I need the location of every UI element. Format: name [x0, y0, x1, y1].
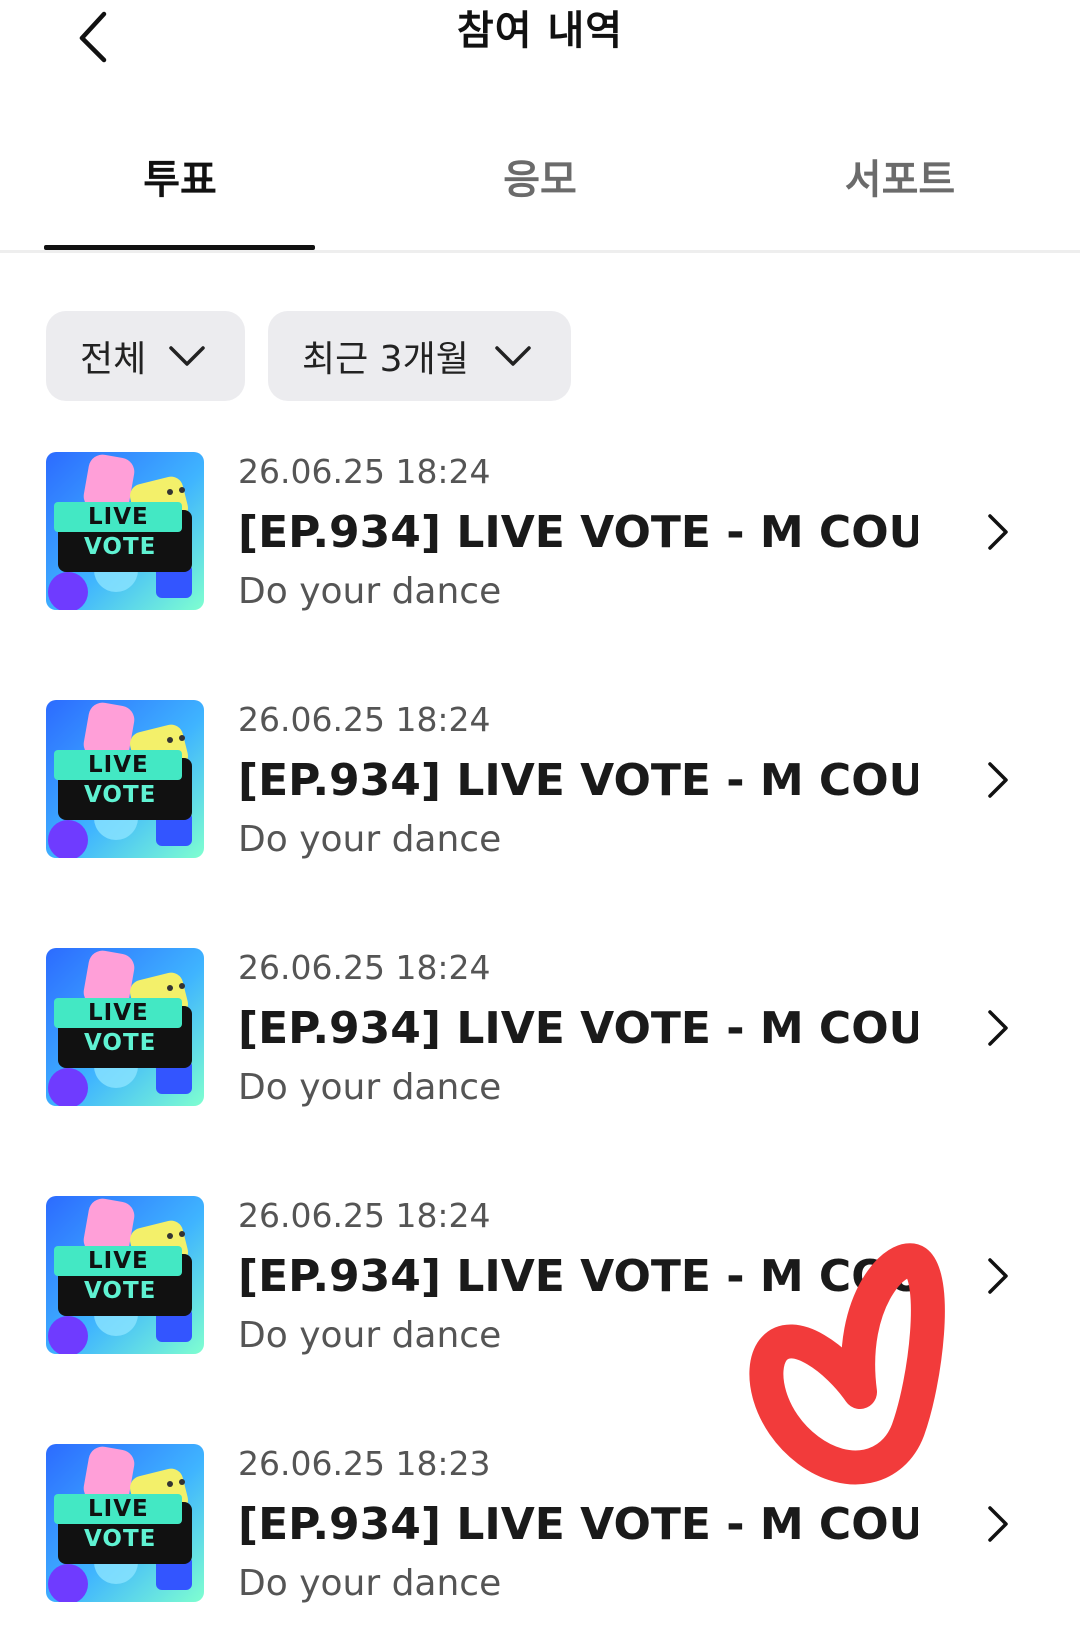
tab-bar: 투표 응모 서포트 [0, 140, 1080, 253]
item-subtitle: Do your dance [238, 1315, 502, 1356]
tab-entry[interactable]: 응모 [360, 150, 720, 210]
chevron-right-icon[interactable] [984, 760, 1012, 800]
item-subtitle: Do your dance [238, 819, 502, 860]
item-thumbnail: LIVE VOTE [46, 452, 204, 610]
thumb-text-vote: VOTE [84, 1030, 157, 1056]
item-thumbnail: LIVE VOTE [46, 948, 204, 1106]
list-item[interactable]: LIVE VOTE 26.06.25 18:24 [EP.934] LIVE V… [0, 452, 1080, 652]
thumb-text-live: LIVE [88, 752, 149, 778]
item-subtitle: Do your dance [238, 1067, 502, 1108]
item-date: 26.06.25 18:24 [238, 948, 491, 987]
thumb-text-vote: VOTE [84, 782, 157, 808]
tab-indicator [44, 245, 315, 250]
list-item[interactable]: LIVE VOTE 26.06.25 18:23 [EP.934] LIVE V… [0, 1444, 1080, 1644]
chevron-down-icon [169, 346, 205, 366]
chevron-down-icon [495, 346, 531, 366]
item-title: [EP.934] LIVE VOTE - M COUN... [238, 1003, 918, 1054]
thumb-text-live: LIVE [88, 504, 149, 530]
thumb-text-vote: VOTE [84, 1278, 157, 1304]
list-item[interactable]: LIVE VOTE 26.06.25 18:24 [EP.934] LIVE V… [0, 1196, 1080, 1396]
item-title: [EP.934] LIVE VOTE - M COUN... [238, 507, 918, 558]
item-title: [EP.934] LIVE VOTE - M COUN... [238, 755, 918, 806]
chevron-right-icon[interactable] [984, 512, 1012, 552]
list-item[interactable]: LIVE VOTE 26.06.25 18:24 [EP.934] LIVE V… [0, 700, 1080, 900]
tab-vote[interactable]: 투표 [0, 150, 360, 210]
item-thumbnail: LIVE VOTE [46, 1196, 204, 1354]
thumbnail-art [46, 948, 204, 1106]
item-date: 26.06.25 18:23 [238, 1444, 491, 1483]
filter-period-dropdown[interactable]: 최근 3개월 [268, 311, 571, 401]
thumb-text-live: LIVE [88, 1248, 149, 1274]
chevron-right-icon[interactable] [984, 1504, 1012, 1544]
item-thumbnail: LIVE VOTE [46, 1444, 204, 1602]
item-title: [EP.934] LIVE VOTE - M COUN... [238, 1499, 918, 1550]
thumbnail-art [46, 1196, 204, 1354]
item-subtitle: Do your dance [238, 1563, 502, 1604]
item-date: 26.06.25 18:24 [238, 452, 491, 491]
item-subtitle: Do your dance [238, 571, 502, 612]
item-date: 26.06.25 18:24 [238, 1196, 491, 1235]
chevron-right-icon[interactable] [984, 1256, 1012, 1296]
filter-period-label: 최근 3개월 [302, 339, 469, 380]
item-date: 26.06.25 18:24 [238, 700, 491, 739]
page-title: 참여 내역 [456, 8, 624, 54]
header: 참여 내역 [0, 0, 1080, 70]
thumb-text-live: LIVE [88, 1000, 149, 1026]
list-item[interactable]: LIVE VOTE 26.06.25 18:24 [EP.934] LIVE V… [0, 948, 1080, 1148]
tab-support[interactable]: 서포트 [720, 150, 1080, 210]
thumbnail-art [46, 1444, 204, 1602]
thumb-text-vote: VOTE [84, 1526, 157, 1552]
item-thumbnail: LIVE VOTE [46, 700, 204, 858]
thumb-text-vote: VOTE [84, 534, 157, 560]
filter-category-label: 전체 [80, 339, 147, 380]
thumbnail-art [46, 700, 204, 858]
thumb-text-live: LIVE [88, 1496, 149, 1522]
item-title: [EP.934] LIVE VOTE - M COUN... [238, 1251, 918, 1302]
chevron-right-icon[interactable] [984, 1008, 1012, 1048]
filter-category-dropdown[interactable]: 전체 [46, 311, 245, 401]
thumbnail-art [46, 452, 204, 610]
